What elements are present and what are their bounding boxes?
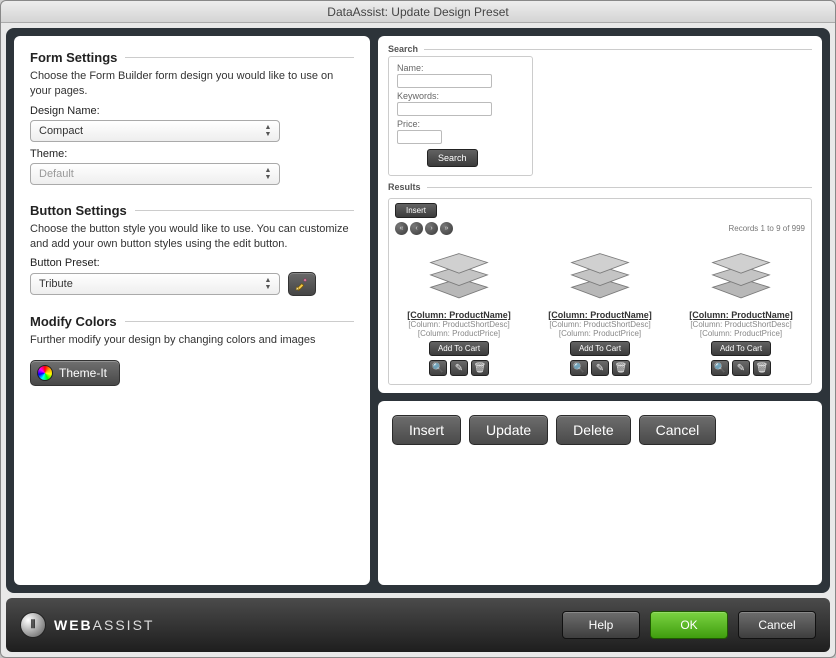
preview-search-heading: Search [388, 44, 418, 54]
preview-search-form: Name: Keywords: Price: Search [388, 56, 533, 176]
product-price: [Column: ProductPrice] [399, 329, 519, 338]
modify-colors-heading: Modify Colors [30, 314, 117, 329]
preview-insert-button[interactable]: Insert [395, 203, 437, 218]
divider [135, 210, 354, 211]
preview-search-button[interactable]: Search [427, 149, 478, 167]
edit-preset-button[interactable] [288, 272, 316, 296]
add-to-cart-button[interactable]: Add To Cart [429, 341, 489, 356]
divider [427, 187, 812, 188]
product-image-icon [399, 243, 519, 308]
delete-icon[interactable]: 🗑 [753, 360, 771, 376]
preview-keywords-label: Keywords: [397, 91, 439, 101]
last-page-icon[interactable]: » [440, 222, 453, 235]
record-count: Records 1 to 9 of 999 [729, 224, 806, 233]
chevron-updown-icon: ▲▼ [261, 123, 275, 139]
product-image-icon [681, 243, 801, 308]
delete-icon[interactable]: 🗑 [471, 360, 489, 376]
button-preset-value: Tribute [39, 278, 73, 290]
next-page-icon[interactable]: › [425, 222, 438, 235]
product-name-link[interactable]: [Column: ProductName] [540, 310, 660, 320]
preview-name-label: Name: [397, 63, 424, 73]
modify-colors-desc: Further modify your design by changing c… [30, 333, 354, 348]
help-button[interactable]: Help [562, 611, 640, 639]
ok-button[interactable]: OK [650, 611, 728, 639]
product-image-icon [540, 243, 660, 308]
button-settings-heading: Button Settings [30, 203, 127, 218]
delete-icon[interactable]: 🗑 [612, 360, 630, 376]
add-to-cart-button[interactable]: Add To Cart [711, 341, 771, 356]
product-card: [Column: ProductName] [Column: ProductSh… [399, 243, 519, 376]
dialog-window: DataAssist: Update Design Preset Form Se… [0, 0, 836, 658]
theme-label: Theme: [30, 148, 354, 160]
edit-icon[interactable]: ✎ [591, 360, 609, 376]
button-settings-desc: Choose the button style you would like t… [30, 222, 354, 252]
product-short-desc: [Column: ProductShortDesc] [399, 320, 519, 329]
preview-results-heading: Results [388, 182, 421, 192]
first-page-icon[interactable]: « [395, 222, 408, 235]
preview-pane: Search Name: Keywords: Price: Search Res… [378, 36, 822, 393]
view-icon[interactable]: 🔍 [429, 360, 447, 376]
product-short-desc: [Column: ProductShortDesc] [681, 320, 801, 329]
product-name-link[interactable]: [Column: ProductName] [399, 310, 519, 320]
product-card: [Column: ProductName] [Column: ProductSh… [540, 243, 660, 376]
product-name-link[interactable]: [Column: ProductName] [681, 310, 801, 320]
product-price: [Column: ProductPrice] [681, 329, 801, 338]
preview-keywords-input[interactable] [397, 102, 492, 116]
product-price: [Column: ProductPrice] [540, 329, 660, 338]
pencil-icon [295, 277, 309, 291]
edit-icon[interactable]: ✎ [732, 360, 750, 376]
delete-button[interactable]: Delete [556, 415, 630, 445]
edit-icon[interactable]: ✎ [450, 360, 468, 376]
design-name-select[interactable]: Compact ▲▼ [30, 120, 280, 142]
webassist-logo: ⦀ WEBASSIST [20, 612, 154, 638]
product-short-desc: [Column: ProductShortDesc] [540, 320, 660, 329]
content-wrapper: Form Settings Choose the Form Builder fo… [6, 28, 830, 593]
theme-value: Default [39, 168, 74, 180]
preview-name-input[interactable] [397, 74, 492, 88]
preview-price-input[interactable] [397, 130, 442, 144]
action-pane: Insert Update Delete Cancel [378, 401, 822, 585]
button-preset-select[interactable]: Tribute ▲▼ [30, 273, 280, 295]
divider [125, 57, 354, 58]
prev-page-icon[interactable]: ‹ [410, 222, 423, 235]
webassist-badge-icon: ⦀ [20, 612, 46, 638]
update-button[interactable]: Update [469, 415, 548, 445]
divider [125, 321, 354, 322]
dialog-footer: ⦀ WEBASSIST Help OK Cancel [6, 598, 830, 652]
cancel-action-button[interactable]: Cancel [639, 415, 717, 445]
color-wheel-icon [37, 365, 53, 381]
chevron-updown-icon: ▲▼ [261, 276, 275, 292]
preview-results-box: Insert «‹›» Records 1 to 9 of 999 [388, 198, 812, 385]
theme-it-label: Theme-It [59, 366, 107, 380]
divider [424, 49, 812, 50]
insert-button[interactable]: Insert [392, 415, 461, 445]
pagination-buttons[interactable]: «‹›» [395, 221, 455, 235]
design-name-label: Design Name: [30, 105, 354, 117]
view-icon[interactable]: 🔍 [570, 360, 588, 376]
webassist-brand-text: WEBASSIST [54, 617, 154, 633]
form-settings-heading: Form Settings [30, 50, 117, 65]
settings-panel: Form Settings Choose the Form Builder fo… [14, 36, 370, 585]
button-preset-label: Button Preset: [30, 257, 354, 269]
preview-price-label: Price: [397, 119, 420, 129]
cancel-button[interactable]: Cancel [738, 611, 816, 639]
design-name-value: Compact [39, 125, 83, 137]
product-card: [Column: ProductName] [Column: ProductSh… [681, 243, 801, 376]
chevron-updown-icon: ▲▼ [261, 166, 275, 182]
view-icon[interactable]: 🔍 [711, 360, 729, 376]
add-to-cart-button[interactable]: Add To Cart [570, 341, 630, 356]
form-settings-desc: Choose the Form Builder form design you … [30, 69, 354, 99]
theme-it-button[interactable]: Theme-It [30, 360, 120, 386]
window-title: DataAssist: Update Design Preset [1, 1, 835, 23]
theme-select[interactable]: Default ▲▼ [30, 163, 280, 185]
